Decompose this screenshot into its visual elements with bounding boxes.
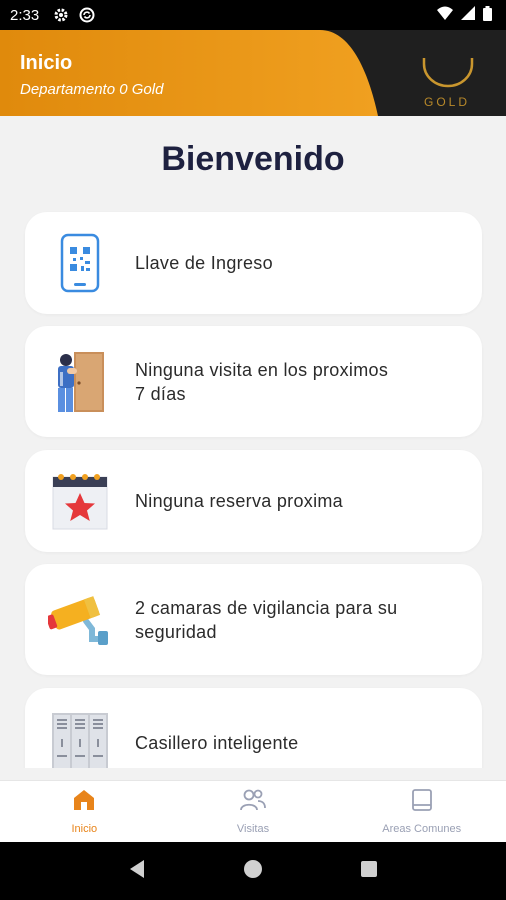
status-time: 2:33 <box>10 6 40 24</box>
visitor-door-icon <box>25 326 135 437</box>
security-camera-icon <box>25 564 135 675</box>
calendar-star-icon <box>25 450 135 552</box>
lockers-icon <box>25 688 135 768</box>
logo-text: GOLD <box>423 95 470 109</box>
card-reservations[interactable]: Ninguna reserva proxima <box>25 450 482 552</box>
battery-icon <box>483 5 492 25</box>
people-icon <box>239 788 267 817</box>
page-subtitle: Departamento 0 Gold <box>20 81 164 98</box>
wifi-icon <box>437 6 453 24</box>
recents-icon[interactable] <box>360 860 378 883</box>
card-label: Ninguna visita en los proximos 7 días <box>135 359 389 404</box>
signal-icon <box>461 6 475 24</box>
nav-label: Visitas <box>236 823 270 835</box>
book-icon <box>411 788 433 817</box>
status-bar: 2:33 <box>0 0 506 30</box>
card-label: Llave de Ingreso <box>135 253 273 273</box>
welcome-heading: Bienvenido <box>161 140 345 178</box>
back-icon[interactable] <box>128 859 146 884</box>
sync-icon <box>79 7 95 23</box>
home-circle-icon[interactable] <box>243 859 263 884</box>
card-label: 2 camaras de vigilancia para su segurida… <box>135 597 398 642</box>
nav-item-visitas[interactable]: Visitas <box>169 781 338 842</box>
nav-label: Inicio <box>71 823 98 835</box>
card-cameras[interactable]: 2 camaras de vigilancia para su segurida… <box>25 564 482 675</box>
card-access-key[interactable]: Llave de Ingreso <box>25 212 482 314</box>
card-label: Casillero inteligente <box>135 733 299 753</box>
nav-label: Areas Comunes <box>382 823 462 835</box>
nav-item-inicio[interactable]: Inicio <box>0 781 169 842</box>
page-title: Inicio <box>20 52 73 74</box>
card-smart-locker[interactable]: Casillero inteligente <box>25 688 482 768</box>
home-icon <box>71 788 97 817</box>
system-navigation-bar <box>0 842 506 900</box>
settings-icon <box>53 7 69 23</box>
app-header: Inicio Departamento 0 Gold GOLD <box>0 30 506 116</box>
bottom-navigation: Inicio Visitas Areas Comunes <box>0 780 506 842</box>
cards-list: Llave de Ingreso Ninguna visita en los p… <box>0 200 506 768</box>
qr-phone-icon <box>25 212 135 314</box>
card-visits[interactable]: Ninguna visita en los proximos 7 días <box>25 326 482 437</box>
card-label: Ninguna reserva proxima <box>135 491 343 511</box>
nav-item-areas-comunes[interactable]: Areas Comunes <box>337 781 506 842</box>
